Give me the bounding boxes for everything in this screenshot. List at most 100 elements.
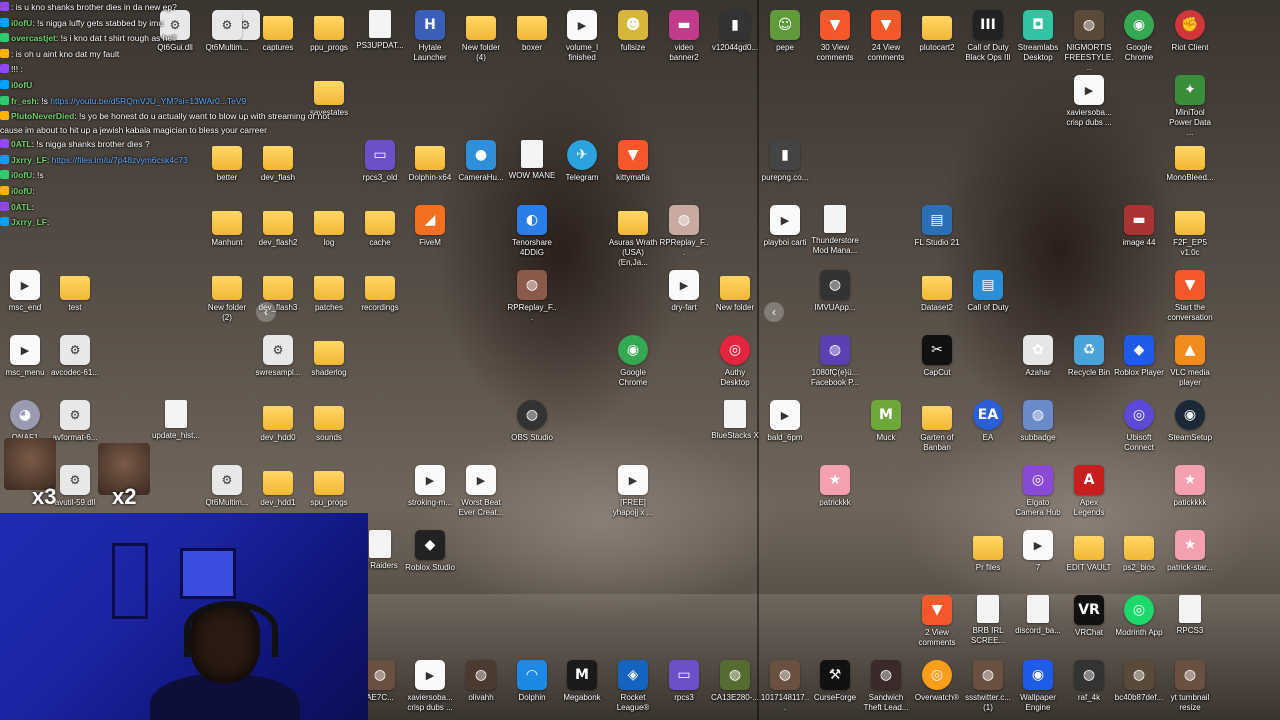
desktop-icon-avcodec-61[interactable]: ⚙ avcodec-61... (50, 335, 100, 378)
desktop-icon-dev-hdd0[interactable]: dev_hdd0 (253, 400, 303, 443)
desktop-icon-curseforge[interactable]: ⚒ CurseForge (810, 660, 860, 703)
desktop-icon-roblox-player[interactable]: ◆ Roblox Player (1114, 335, 1164, 378)
desktop-icon-brb-irl-scree[interactable]: BRB IRL SCREE... (963, 595, 1013, 646)
desktop-icon-pr-files[interactable]: Pr files (963, 530, 1013, 573)
desktop-icon-overwatch[interactable]: ◎ Overwatch® (912, 660, 962, 703)
chat-username[interactable]: i0ofU (11, 80, 32, 90)
desktop-icon-rpreplay-f[interactable]: ◍ RPReplay_F... (507, 270, 557, 323)
desktop-icon-avutil-59-dll[interactable]: ⚙ avutil-59.dll (50, 465, 100, 508)
desktop-icon-24-view-comments[interactable]: ▼ 24 View comments (861, 10, 911, 63)
desktop-icon-fl-studio-21[interactable]: ▤ FL Studio 21 (912, 205, 962, 248)
desktop-icon-vrchat[interactable]: VR VRChat (1064, 595, 1114, 638)
desktop-icon-modrinth-app[interactable]: ◎ Modrinth App (1114, 595, 1164, 638)
chat-username[interactable]: i0ofU (11, 170, 32, 180)
desktop-icon-riot-client[interactable]: ✊ Riot Client (1165, 10, 1215, 53)
desktop-icon-ssstwitter-c-1[interactable]: ◍ ssstwitter.c... (1) (963, 660, 1013, 713)
desktop-icon-elgato-camera-hub[interactable]: ◎ Elgato Camera Hub (1013, 465, 1063, 518)
desktop-icon-google-chrome[interactable]: ◉ Google Chrome (608, 335, 658, 388)
desktop-icon-video-banner2[interactable]: ▬ video banner2 (659, 10, 709, 63)
chat-username[interactable]: fr_esh (11, 96, 37, 106)
desktop-icon-patrickkk[interactable]: ★ patrickkk (810, 465, 860, 508)
desktop-icon-muck[interactable]: M Muck (861, 400, 911, 443)
desktop-icon-imvuapp[interactable]: ◍ IMVUApp... (810, 270, 860, 313)
desktop-icon-roblox-studio[interactable]: ◆ Roblox Studio (405, 530, 455, 573)
desktop-icon-ps2-bios[interactable]: ps2_bios (1114, 530, 1164, 573)
desktop-icon-cache[interactable]: cache (355, 205, 405, 248)
desktop-icon-thunderstore-mod-mana[interactable]: Thunderstore Mod Mana... (810, 205, 860, 256)
desktop-icon-subbadge[interactable]: ◍ subbadge (1013, 400, 1063, 443)
desktop-icon-new-folder[interactable]: New folder (710, 270, 760, 313)
chat-username[interactable]: i0ofU (11, 186, 32, 196)
desktop-icon-patrick-star[interactable]: ★ patrick-star... (1165, 530, 1215, 573)
desktop-icon-hytale-launcher[interactable]: H Hytale Launcher (405, 10, 455, 63)
desktop-icon-camerahu[interactable]: ● CameraHu... (456, 140, 506, 183)
desktop-icon-worst-beat-ever-creat[interactable]: ▶ Worst Beat Ever Creat... (456, 465, 506, 518)
desktop-icon-vlc-media-player[interactable]: ▲ VLC media player (1165, 335, 1215, 388)
desktop-icon-call-of-duty[interactable]: ▤ Call of Duty (963, 270, 1013, 313)
desktop-icon-fullsize[interactable]: ☻ fullsize (608, 10, 658, 53)
desktop-icon-start-the-conversation[interactable]: ▼ Start the conversation (1165, 270, 1215, 323)
desktop-icon-rpreplay-f[interactable]: ◍ RPReplay_F... (659, 205, 709, 258)
desktop-icon-steamsetup[interactable]: ◉ SteamSetup (1165, 400, 1215, 443)
desktop-icon-ea[interactable]: EA EA (963, 400, 1013, 443)
desktop-icon-fivem[interactable]: ◢ FiveM (405, 205, 455, 248)
desktop-icon-new-folder-4[interactable]: New folder (4) (456, 10, 506, 63)
desktop-icon-dry-fart[interactable]: ▶ dry-fart (659, 270, 709, 313)
desktop-icon-dolphin[interactable]: ◠ Dolphin (507, 660, 557, 703)
desktop-icon-megabonk[interactable]: M Megabonk (557, 660, 607, 703)
desktop-icon-ca13e280[interactable]: ◍ CA13E280-... (710, 660, 760, 703)
desktop-icon-onaf1[interactable]: ◕ONAF1 (0, 400, 50, 443)
chat-username[interactable]: Jxrry_LF (11, 217, 47, 227)
desktop-icon-sandwich-theft-lead[interactable]: ◍ Sandwich Theft Lead... (861, 660, 911, 713)
desktop-icon-pepe[interactable]: ☺ pepe (760, 10, 810, 53)
desktop-icon-swresampl[interactable]: ⚙ swresampl... (253, 335, 303, 378)
desktop-icon-new-folder-2[interactable]: New folder (2) (202, 270, 252, 323)
desktop-icon-obs-studio[interactable]: ◍ OBS Studio (507, 400, 557, 443)
desktop-icon-rpcs3[interactable]: RPCS3 (1165, 595, 1215, 636)
desktop-icon-nigmortis-freestyle[interactable]: ◍ NIGMORTIS FREESTYLE... (1064, 10, 1114, 73)
desktop-icon-apex-legends[interactable]: A Apex Legends (1064, 465, 1114, 518)
desktop-icon-msc-end[interactable]: ▶ msc_end (0, 270, 50, 313)
desktop-icon-volume-l-finished[interactable]: ▶ volume_l finished (557, 10, 607, 63)
desktop-icon-7[interactable]: ▶ 7 (1013, 530, 1063, 573)
desktop-icon-purepng-co[interactable]: ▮ purepng.co... (760, 140, 810, 183)
desktop-icon-azahar[interactable]: ✿ Azahar (1013, 335, 1063, 378)
desktop-icon-v12044gd0[interactable]: ▮ v12044gd0... (710, 10, 760, 53)
desktop-icon-boxer[interactable]: boxer (507, 10, 557, 53)
desktop-icon-free-yhapojj-x[interactable]: ▶ [FREE] yhapojj x ... (608, 465, 658, 518)
desktop-icon-raf-4k[interactable]: ◍ raf_4k (1064, 660, 1114, 703)
desktop-icon-bc40b87def[interactable]: ◍ bc40b87def... (1114, 660, 1164, 703)
desktop-icon-1017148117[interactable]: ◍ 1017148117... (760, 660, 810, 713)
desktop-icon-avformat-6[interactable]: ⚙ avformat-6... (50, 400, 100, 443)
desktop-icon-spu-progs[interactable]: spu_progs (304, 465, 354, 508)
desktop-icon-bluestacks-x[interactable]: BlueStacks X (710, 400, 760, 441)
desktop-icon-playboi-carti[interactable]: ▶ playboi carti (760, 205, 810, 248)
desktop-icon-rocket-league[interactable]: ◈ Rocket League® (608, 660, 658, 713)
desktop-icon-shaderlog[interactable]: shaderlog (304, 335, 354, 378)
desktop-icon-dolphin-x64[interactable]: Dolphin-x64 (405, 140, 455, 183)
desktop-icon-f2f-ep5-v1-0c[interactable]: F2F_EP5 v1.0c (1165, 205, 1215, 258)
desktop-icon-30-view-comments[interactable]: ▼ 30 View comments (810, 10, 860, 63)
desktop-icon-authy-desktop[interactable]: ◎ Authy Desktop (710, 335, 760, 388)
desktop-icon-recordings[interactable]: recordings (355, 270, 405, 313)
desktop-icon-recycle-bin[interactable]: ♻ Recycle Bin (1064, 335, 1114, 378)
desktop-icon-xaviersoba-crisp-dubs[interactable]: ▶ xaviersoba... crisp dubs ... (405, 660, 455, 713)
desktop-icon-edit-vault[interactable]: EDIT VAULT (1064, 530, 1114, 573)
nav-arrow-right-icon[interactable]: ‹ (764, 302, 784, 322)
desktop-icon-google-chrome[interactable]: ◉ Google Chrome (1114, 10, 1164, 63)
chat-username[interactable]: i0ofU (11, 18, 32, 28)
desktop-icon-msc-menu[interactable]: ▶ msc_menu (0, 335, 50, 378)
chat-username[interactable]: overcastjet (11, 33, 56, 43)
desktop-icon-ps3updat[interactable]: PS3UPDAT... (355, 10, 405, 51)
desktop-icon-kittymafia[interactable]: ▼ kittymafia (608, 140, 658, 183)
desktop-icon-xaviersoba-crisp-dubs[interactable]: ▶ xaviersoba... crisp dubs ... (1064, 75, 1114, 128)
desktop-icon-olivahh[interactable]: ◍ olivahh (456, 660, 506, 703)
desktop-icon-garten-of-banban[interactable]: Garten of Banban (912, 400, 962, 453)
desktop-icon-wow-mane[interactable]: WOW MANE (507, 140, 557, 181)
desktop-icon-discord-ba[interactable]: discord_ba... (1013, 595, 1063, 636)
desktop-icon-rpcs3[interactable]: ▭ rpcs3 (659, 660, 709, 703)
chat-username[interactable]: 0ATL (11, 202, 32, 212)
desktop-icon-patches[interactable]: patches (304, 270, 354, 313)
desktop-icon-yt-tumbnail-resize[interactable]: ◍ yt tumbnail resize (1165, 660, 1215, 713)
desktop-icon-call-of-duty-black-ops-iii[interactable]: III Call of Duty Black Ops III (963, 10, 1013, 63)
